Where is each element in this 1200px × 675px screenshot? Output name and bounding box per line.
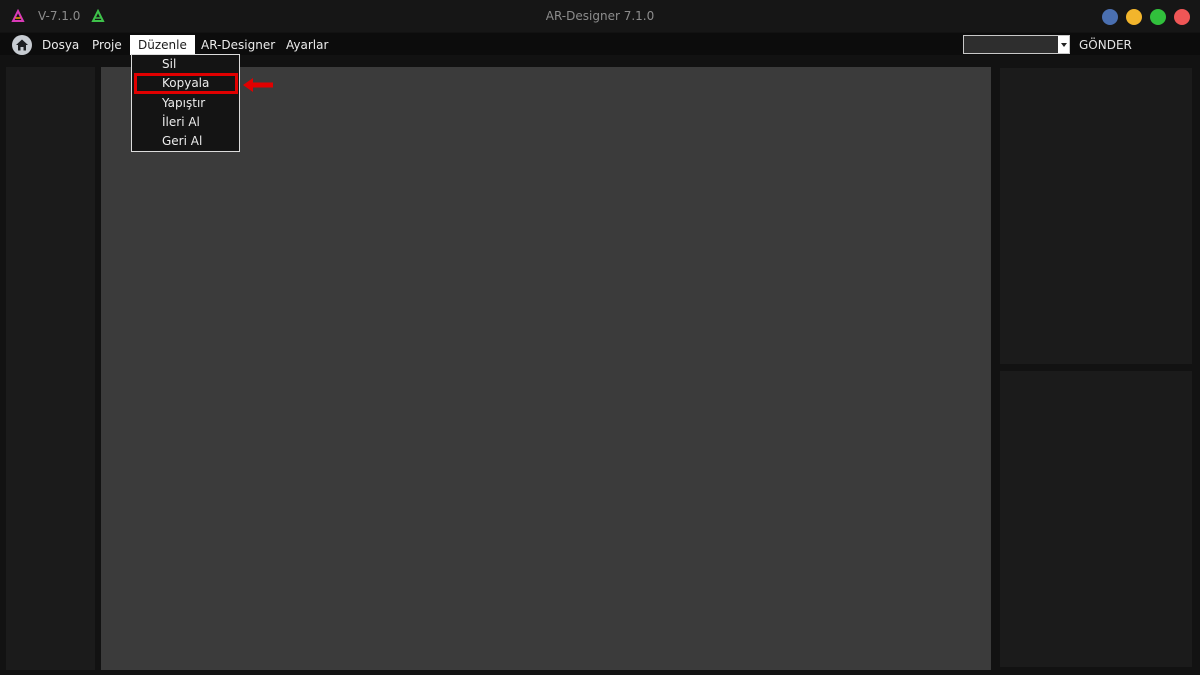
menu-dosya[interactable]: Dosya — [42, 36, 79, 55]
left-panel[interactable] — [6, 67, 95, 670]
window-title: AR-Designer 7.1.0 — [545, 9, 655, 23]
chevron-down-icon[interactable] — [1058, 36, 1069, 53]
window-button-green[interactable] — [1150, 9, 1166, 25]
menu-item-sil[interactable]: Sil — [162, 57, 176, 71]
app-window: V-7.1.0 AR-Designer 7.1.0 Dosya Proje Dü… — [0, 0, 1200, 675]
menu-duzenle[interactable]: Düzenle — [130, 35, 195, 55]
window-button-red[interactable] — [1174, 9, 1190, 25]
arrow-left-icon — [243, 78, 273, 92]
highlight-box — [134, 73, 238, 94]
edit-dropdown-menu: Sil Kopyala Yapıştır İleri Al Geri Al — [131, 54, 240, 152]
menu-proje[interactable]: Proje — [92, 36, 122, 55]
right-bottom-panel[interactable] — [1000, 371, 1192, 667]
send-button[interactable]: GÖNDER — [1079, 38, 1132, 52]
design-canvas[interactable] — [101, 67, 991, 670]
menu-item-geri-al[interactable]: Geri Al — [162, 134, 202, 148]
home-icon — [16, 39, 28, 51]
right-top-panel[interactable] — [1000, 68, 1192, 364]
title-bar[interactable]: V-7.1.0 AR-Designer 7.1.0 — [0, 0, 1200, 32]
menu-ar-designer[interactable]: AR-Designer — [201, 36, 275, 55]
home-button[interactable] — [12, 35, 32, 55]
menu-item-ileri-al[interactable]: İleri Al — [162, 115, 200, 129]
device-select[interactable] — [963, 35, 1070, 54]
menu-item-yapistir[interactable]: Yapıştır — [162, 96, 205, 110]
window-button-blue[interactable] — [1102, 9, 1118, 25]
window-button-yellow[interactable] — [1126, 9, 1142, 25]
menu-ayarlar[interactable]: Ayarlar — [286, 36, 328, 55]
